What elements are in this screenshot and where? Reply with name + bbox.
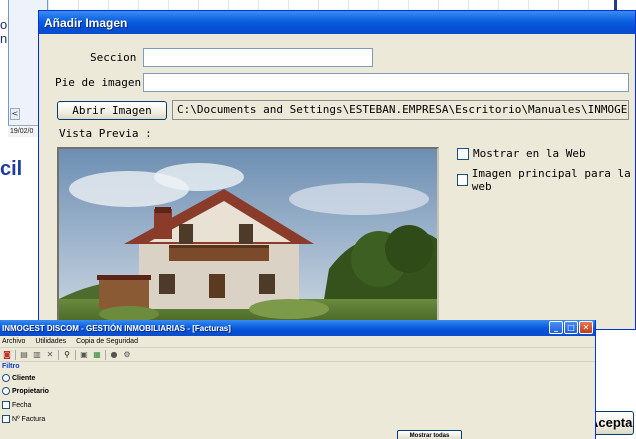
app-title: INMOGEST DISCOM - GESTIÓN INMOBILIARIAS … — [2, 323, 231, 333]
background-letter-2: n — [0, 31, 8, 46]
window-controls: _ □ ✕ — [549, 321, 593, 334]
factura-checkbox[interactable] — [2, 415, 10, 423]
tools-icon[interactable]: ⚙ — [122, 350, 132, 360]
menu-copia-seguridad[interactable]: Copia de Seguridad — [76, 338, 138, 345]
imagen-principal-checkbox[interactable] — [457, 174, 468, 186]
abrir-imagen-button[interactable]: Abrir Imagen — [57, 101, 167, 120]
image-path-field: C:\Documents and Settings\ESTEBAN.EMPRES… — [172, 100, 629, 120]
mostrar-en-web-option[interactable]: Mostrar en la Web — [457, 147, 586, 160]
seccion-input[interactable] — [143, 48, 373, 67]
toolbar-separator — [15, 349, 16, 360]
cliente-label: Cliente — [12, 374, 36, 382]
background-text: o n — [0, 18, 18, 46]
binoculars-icon[interactable]: ⚲ — [62, 350, 72, 360]
dialog-titlebar[interactable]: Añadir Imagen — [39, 11, 635, 34]
house-photo — [59, 149, 437, 330]
mostrar-en-web-label: Mostrar en la Web — [473, 147, 586, 160]
filter-factura-option[interactable]: Nº Factura — [2, 415, 45, 423]
delete-icon[interactable]: ✕ — [45, 350, 55, 360]
app-titlebar[interactable]: INMOGEST DISCOM - GESTIÓN INMOBILIARIAS … — [0, 320, 595, 336]
new-document-icon[interactable]: ▤ — [19, 350, 29, 360]
close-button[interactable]: ✕ — [579, 321, 593, 334]
menu-bar: Archivo Utilidades Copia de Seguridad — [0, 336, 595, 348]
imagen-principal-option[interactable]: Imagen principal para la web — [457, 167, 635, 193]
cliente-radio[interactable] — [2, 374, 10, 382]
disc-icon[interactable]: ● — [109, 350, 119, 360]
print-icon[interactable]: ▣ — [79, 350, 89, 360]
background-heading-fragment: cil — [0, 158, 23, 180]
toolbar-separator — [105, 349, 106, 360]
filter-title: Filtro — [2, 363, 20, 370]
filter-cliente-option[interactable]: Cliente — [2, 374, 35, 382]
fecha-label: Fecha — [12, 401, 32, 409]
background-letter-1: o — [0, 17, 8, 32]
propietario-radio[interactable] — [2, 387, 10, 395]
pie-de-imagen-input[interactable] — [143, 73, 629, 92]
filter-panel: Filtro Cliente Propietario Fecha Nº Fact… — [0, 362, 595, 439]
inmogest-window: INMOGEST DISCOM - GESTIÓN INMOBILIARIAS … — [0, 320, 596, 439]
menu-archivo[interactable]: Archivo — [2, 338, 25, 345]
vista-previa-label: Vista Previa : — [59, 127, 152, 140]
filter-fecha-option[interactable]: Fecha — [2, 401, 31, 409]
dialog-title: Añadir Imagen — [44, 15, 128, 30]
seccion-label: Seccion — [90, 51, 137, 64]
imagen-principal-label: Imagen principal para la web — [471, 167, 631, 193]
fecha-checkbox[interactable] — [2, 401, 10, 409]
record-icon[interactable]: ◙ — [2, 350, 12, 360]
add-image-dialog: Añadir Imagen Seccion Pie de imagen Abri… — [38, 10, 636, 332]
image-preview — [57, 147, 439, 332]
toolbar-separator — [58, 349, 59, 360]
scroll-left-button[interactable]: < — [10, 108, 20, 120]
sheet-icon[interactable]: ▦ — [92, 350, 102, 360]
pie-de-imagen-label: Pie de imagen — [55, 76, 142, 89]
toolbar-separator — [75, 349, 76, 360]
factura-label: Nº Factura — [12, 415, 46, 423]
minimize-button[interactable]: _ — [549, 321, 563, 334]
propietario-label: Propietario — [12, 387, 49, 395]
toolbar: ◙ ▤ ▥ ✕ ⚲ ▣ ▦ ● ⚙ — [0, 348, 595, 362]
mostrar-en-web-checkbox[interactable] — [457, 147, 469, 160]
edit-icon[interactable]: ▥ — [32, 350, 42, 360]
filter-propietario-option[interactable]: Propietario — [2, 387, 49, 395]
maximize-button[interactable]: □ — [564, 321, 578, 334]
mostrar-todas-button[interactable]: Mostrar todas — [397, 430, 462, 439]
menu-utilidades[interactable]: Utilidades — [35, 338, 66, 345]
